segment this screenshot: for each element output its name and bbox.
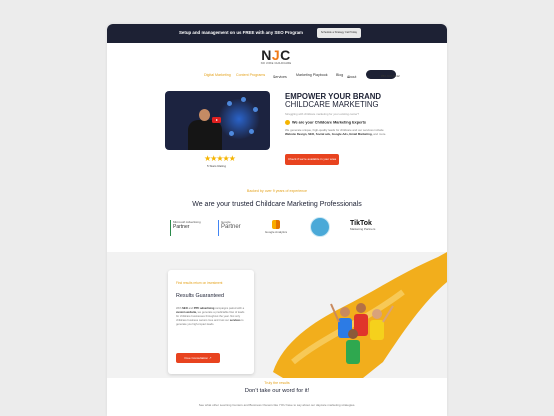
arrow-icon: ↗ — [209, 356, 212, 360]
nav-item-digital-marketing[interactable]: Digital Marketing — [204, 73, 231, 77]
hero-video[interactable] — [165, 91, 270, 150]
microsoft-partner-badge: Microsoft Advertising Partner — [170, 220, 205, 236]
results-card: Find results return on investment Result… — [168, 270, 254, 374]
nav-item-marketing-playbook[interactable]: Marketing Playbook — [296, 73, 328, 77]
experience-kicker: Backed by over 9 years of experience — [246, 189, 308, 193]
check-availability-button[interactable]: Check if we're available in your area — [285, 154, 339, 165]
kids-illustration — [273, 252, 447, 378]
trust-title: We are your trusted Childcare Marketing … — [192, 201, 362, 208]
free-consultation-button[interactable]: Free Consultation ↗ — [176, 353, 220, 363]
nav-item-content-programs[interactable]: Content Programs — [236, 73, 265, 77]
hero-description: We generate unique, high-quality leads f… — [285, 128, 387, 137]
logo-subtitle: NO JOKE CHILDCARE — [260, 62, 292, 65]
badge-icon — [285, 120, 290, 125]
call-button[interactable]: ✆ 786-600-8012 — [366, 70, 400, 79]
presenter-figure — [188, 120, 222, 150]
certification-badge — [310, 217, 330, 237]
testimonials-kicker: Truly the results — [264, 381, 290, 385]
analytics-icon — [272, 220, 280, 229]
rating-label: 5 Stars Rating — [207, 164, 227, 168]
nav-item-blog[interactable]: Blog — [336, 73, 343, 77]
hero-subtitle: Struggling with childcare marketing for … — [285, 112, 359, 116]
hero-title: EMPOWER YOUR BRAND CHILDCARE MARKETING — [285, 92, 382, 109]
marketing-icon — [253, 107, 258, 112]
google-analytics-badge: Google Analytics — [261, 220, 291, 236]
play-icon[interactable] — [212, 117, 221, 123]
seal-icon — [310, 217, 330, 237]
schedule-call-button[interactable]: Schedule a Strategy Call Today — [317, 28, 361, 38]
promo-bar: Setup and management on us FREE with any… — [107, 24, 447, 43]
star-rating-icon: ★★★★★ — [204, 154, 236, 163]
tiktok-partner-badge: TikTok Marketing Partners — [350, 220, 376, 231]
site-logo[interactable]: NJC NO JOKE CHILDCARE — [256, 48, 296, 65]
expert-tagline: We are your Childcare Marketing Experts — [285, 120, 366, 125]
marketing-icon — [229, 131, 234, 136]
marketing-icon — [249, 129, 254, 134]
results-kicker: Find results return on investment — [176, 281, 223, 285]
google-partner-badge: Google Partner — [218, 220, 251, 236]
marketing-icon — [241, 97, 246, 102]
chevron-down-icon: ⌄ — [347, 75, 351, 79]
testimonials-description: See what other Learning Centers and Busi… — [198, 403, 356, 407]
promo-message: Setup and management on us FREE with any… — [179, 30, 303, 35]
results-description: With SEO and PPC advertising campaigns p… — [176, 307, 245, 326]
browser-page: Setup and management on us FREE with any… — [107, 24, 447, 416]
testimonials-title: Don't take our word for it! — [244, 388, 310, 394]
marketing-icon — [227, 101, 232, 106]
logo-mark: NJC — [261, 47, 291, 63]
results-headline: Results Guaranteed — [176, 293, 224, 299]
chevron-down-icon: ⌄ — [273, 75, 277, 79]
